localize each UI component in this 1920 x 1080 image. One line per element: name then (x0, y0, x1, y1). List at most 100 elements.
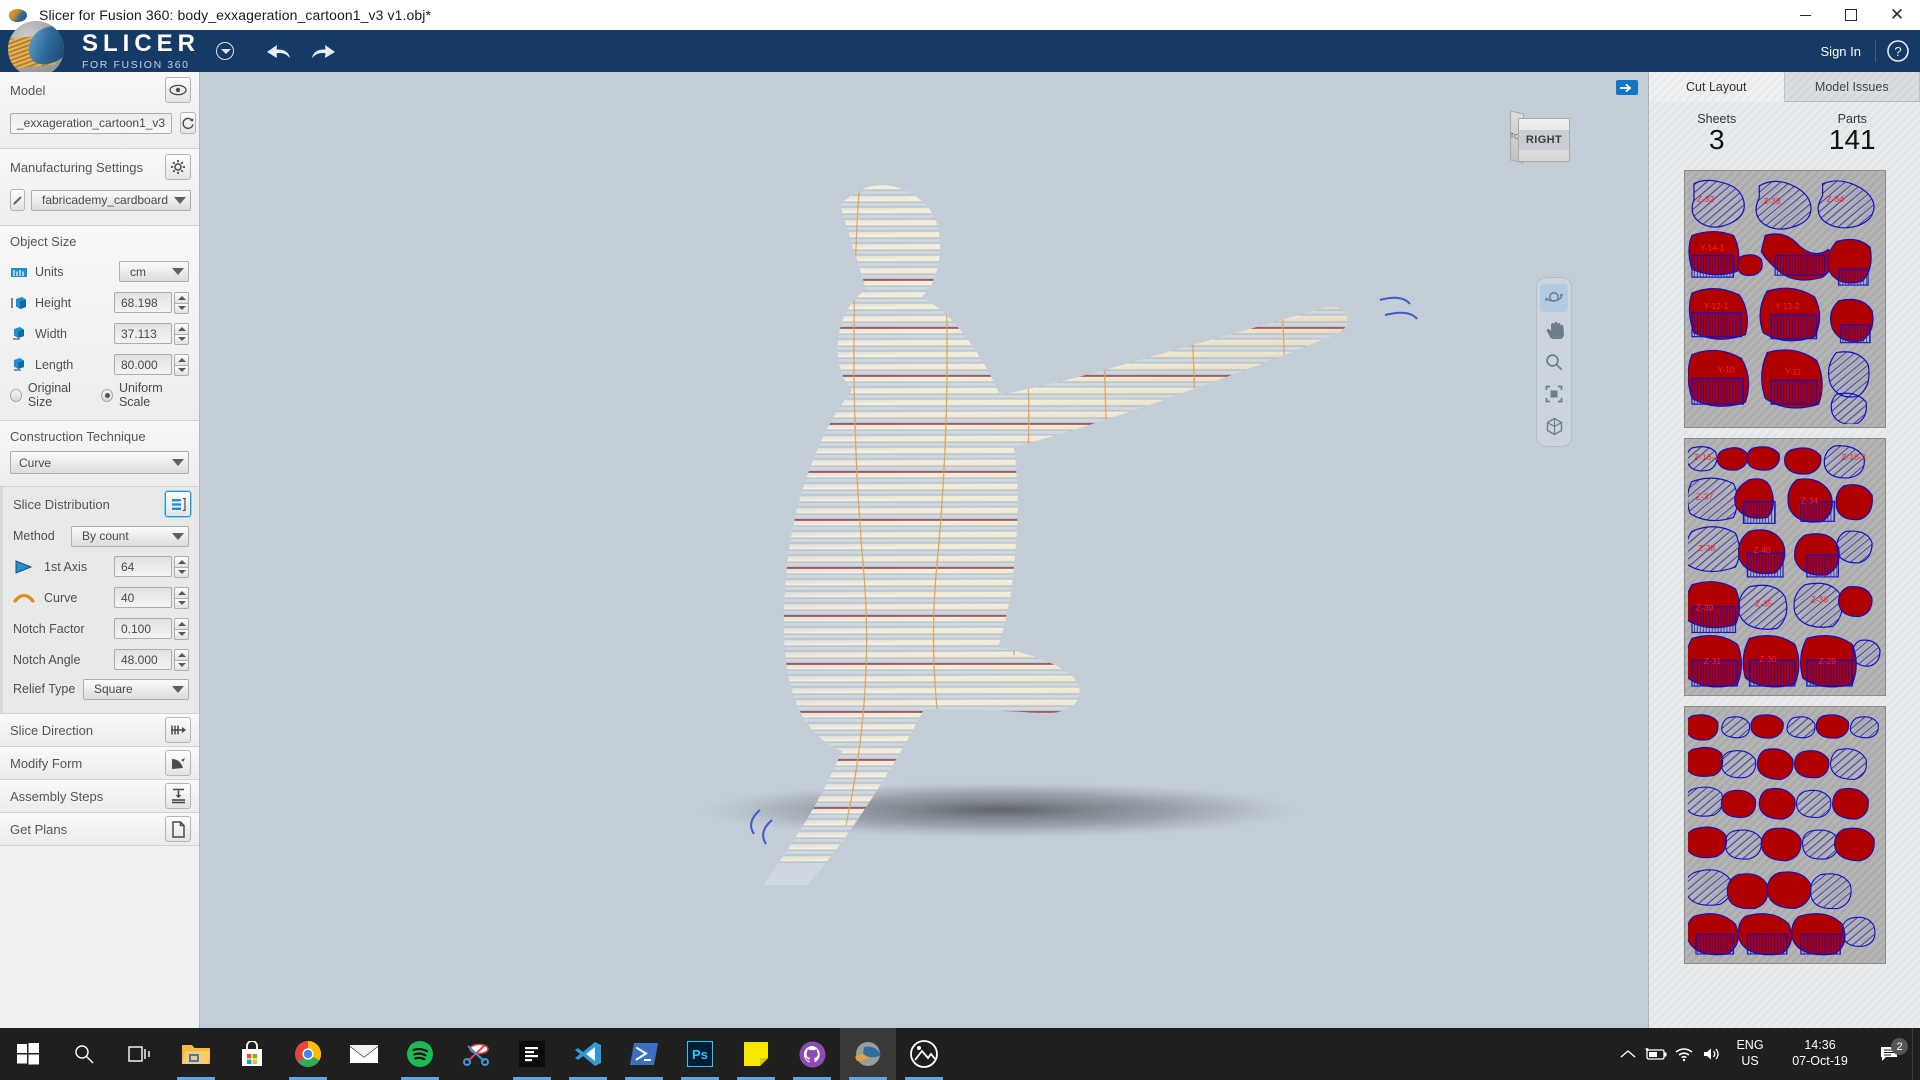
notch-factor-stepper[interactable] (174, 617, 189, 640)
language-indicator[interactable]: ENG US (1726, 1038, 1774, 1069)
units-value: cm (130, 264, 146, 279)
spotify[interactable] (392, 1028, 448, 1080)
file-explorer[interactable] (168, 1028, 224, 1080)
redo-icon[interactable] (310, 41, 338, 61)
speaker-icon[interactable] (1698, 1046, 1726, 1062)
pencil-icon[interactable] (10, 189, 25, 211)
orbit-icon[interactable] (1540, 284, 1568, 312)
header-right: Sign In ? (1821, 30, 1920, 72)
relief-type-row: Relief Type Square (13, 675, 189, 703)
slicer-for-fusion-360[interactable] (840, 1028, 896, 1080)
tab-cut-layout[interactable]: Cut Layout (1649, 72, 1785, 102)
expand-panel-icon[interactable] (1616, 80, 1638, 95)
brand: SLICER FOR FUSION 360 (82, 31, 200, 71)
sheets-stat: Sheets 3 (1649, 112, 1785, 154)
sidebar-item-slice-direction[interactable]: Slice Direction (0, 714, 199, 747)
notch-angle-stepper[interactable] (174, 648, 189, 671)
units-icon (10, 264, 28, 280)
get-plans-icon[interactable] (165, 816, 191, 842)
model-name-field[interactable]: _exxageration_cartoon1_v3 (10, 112, 173, 134)
pan-icon[interactable] (1540, 316, 1568, 344)
length-input[interactable]: 80.000 (114, 354, 172, 375)
sheet-thumbnail-1[interactable]: Z-32 Z-33 Z-34 Y-14-1 Y-12-1 Y-13-2 Y-10 Y-11 (1683, 170, 1886, 429)
svg-text:Z-32: Z-32 (1696, 194, 1714, 204)
chevron-up-icon[interactable] (1614, 1049, 1642, 1059)
height-input[interactable]: 68.198 (114, 292, 172, 313)
clock[interactable]: 14:36 07-Oct-19 (1774, 1038, 1866, 1069)
refresh-icon[interactable] (180, 112, 197, 134)
show-desktop-button[interactable] (1912, 1028, 1920, 1080)
slice-direction-icon[interactable] (165, 717, 191, 743)
material-dropdown[interactable]: fabricademy_cardboard (31, 189, 192, 211)
original-size-radio[interactable] (10, 388, 22, 402)
parts-stat: Parts 141 (1785, 112, 1920, 154)
units-row: Units cm (10, 256, 189, 287)
modify-form-icon[interactable] (165, 750, 191, 776)
gear-icon[interactable] (165, 154, 191, 180)
right-panel-tabs: Cut Layout Model Issues (1649, 72, 1920, 102)
search-button[interactable] (56, 1028, 112, 1080)
wifi-icon[interactable] (1670, 1047, 1698, 1062)
assembly-steps-label: Assembly Steps (10, 788, 104, 804)
width-input[interactable]: 37.113 (114, 323, 172, 344)
width-stepper[interactable] (174, 322, 189, 345)
eye-icon[interactable] (165, 77, 191, 103)
svg-text:Y-14-1: Y-14-1 (1699, 243, 1724, 253)
help-icon[interactable]: ? (1876, 39, 1920, 63)
battery-charging-icon[interactable] (1642, 1047, 1670, 1061)
fit-icon[interactable] (1540, 380, 1568, 408)
assembly-steps-icon[interactable] (165, 783, 191, 809)
google-chrome[interactable] (280, 1028, 336, 1080)
sidebar-item-get-plans[interactable]: Get Plans (0, 813, 199, 846)
view-cube[interactable]: TOP RIGHT (1510, 110, 1572, 166)
notch-angle-input[interactable]: 48.000 (114, 649, 172, 670)
sublime-text[interactable] (504, 1028, 560, 1080)
powershell[interactable] (616, 1028, 672, 1080)
github-desktop[interactable] (784, 1028, 840, 1080)
view-cube-icon[interactable] (1540, 412, 1568, 440)
viewport-canvas[interactable]: TOP RIGHT (200, 72, 1648, 1038)
method-dropdown[interactable]: By count (71, 525, 189, 547)
units-dropdown[interactable]: cm (119, 261, 189, 282)
cut-layout-stats: Sheets 3 Parts 141 (1649, 102, 1920, 160)
zoom-icon[interactable] (1540, 348, 1568, 376)
close-icon[interactable]: ✕ (1874, 0, 1920, 30)
notch-factor-row: Notch Factor 0.100 (13, 613, 189, 644)
axis1-input[interactable]: 64 (114, 556, 172, 577)
sheet-thumbnail-2[interactable]: Z-16-1 Z-16-2 Z-37 Z-34 Z-38 Z-40 Z-39 Z-35 Z… (1683, 438, 1886, 697)
notifications-icon[interactable]: 2 (1866, 1038, 1912, 1063)
microsoft-store[interactable] (224, 1028, 280, 1080)
3d-viewport[interactable]: TOP RIGHT (200, 72, 1648, 1080)
task-view-button[interactable] (112, 1028, 168, 1080)
photoshop[interactable]: Ps (672, 1028, 728, 1080)
maximize-icon[interactable] (1828, 0, 1874, 30)
length-stepper[interactable] (174, 353, 189, 376)
minimize-icon[interactable] (1782, 0, 1828, 30)
height-stepper[interactable] (174, 291, 189, 314)
manufacturing-settings-title: Manufacturing Settings (10, 159, 143, 175)
sidebar-item-modify-form[interactable]: Modify Form (0, 747, 199, 780)
sign-in-button[interactable]: Sign In (1821, 44, 1861, 59)
axis1-row: 1st Axis 64 (13, 551, 189, 582)
uniform-scale-radio[interactable] (101, 388, 113, 402)
start-button[interactable] (0, 1028, 56, 1080)
curve-input[interactable]: 40 (114, 587, 172, 608)
sheet-thumbnail-3[interactable] (1683, 706, 1886, 965)
axis1-stepper[interactable] (174, 555, 189, 578)
mail[interactable] (336, 1028, 392, 1080)
sticky-notes[interactable] (728, 1028, 784, 1080)
slice-distribution-icon[interactable] (165, 491, 191, 517)
view-cube-front-face[interactable]: RIGHT (1518, 118, 1570, 162)
construction-technique-dropdown[interactable]: Curve (10, 451, 189, 474)
relief-type-dropdown[interactable]: Square (83, 678, 189, 700)
photos[interactable] (896, 1028, 952, 1080)
curve-stepper[interactable] (174, 586, 189, 609)
notch-factor-input[interactable]: 0.100 (114, 618, 172, 639)
tab-model-issues[interactable]: Model Issues (1784, 72, 1920, 102)
snipping-tool[interactable] (448, 1028, 504, 1080)
sidebar-item-assembly-steps[interactable]: Assembly Steps (0, 780, 199, 813)
undo-icon[interactable] (264, 41, 292, 61)
visual-studio-code[interactable] (560, 1028, 616, 1080)
chevron-down-circle-icon[interactable] (216, 42, 235, 60)
language-line2: US (1741, 1054, 1759, 1068)
